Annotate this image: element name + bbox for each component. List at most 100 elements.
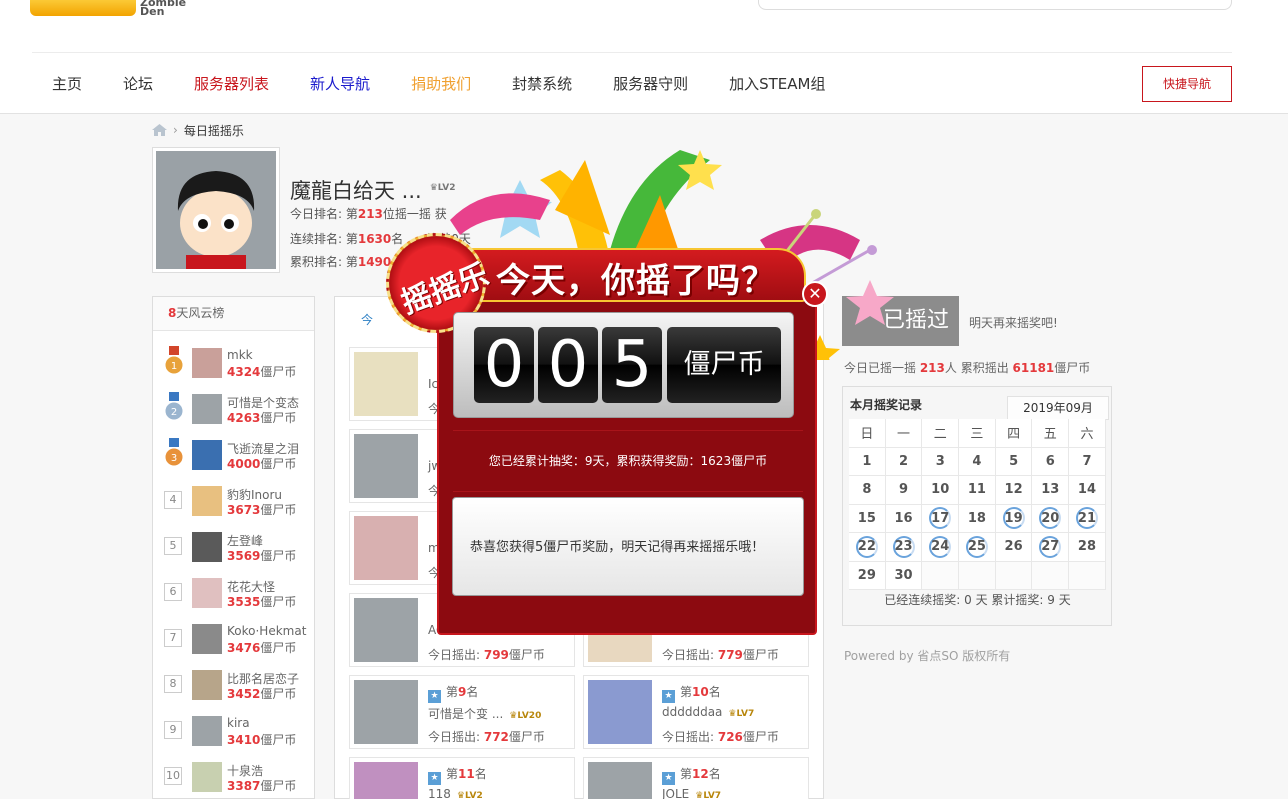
calendar-day-shaken: 27	[1032, 533, 1070, 562]
user-name[interactable]: 魔龍白给天 ...	[290, 175, 422, 205]
rank-item[interactable]: 8 比那名居恋子 3452僵尸币	[161, 664, 307, 710]
home-icon[interactable]	[152, 124, 167, 136]
rank-score: 3673僵尸币	[227, 501, 296, 518]
calendar-day: 2	[885, 447, 923, 476]
rank-number: 6	[164, 583, 182, 601]
list-tab[interactable]: 今	[361, 311, 373, 328]
nav-item-4[interactable]: 捐助我们	[411, 73, 471, 95]
medal-icon: 2	[165, 392, 183, 421]
rank-number: 10	[164, 767, 182, 785]
avatar-cartoon-icon	[156, 151, 276, 269]
nav-item-6[interactable]: 服务器守则	[613, 73, 688, 95]
card-avatar[interactable]	[354, 516, 418, 580]
nav-item-1[interactable]: 论坛	[123, 73, 153, 95]
calendar-week-row: 15 16 17 18 19 20 21	[849, 504, 1106, 533]
rank-avatar[interactable]	[192, 532, 222, 562]
already-shaken-button[interactable]: 已摇过	[842, 296, 959, 346]
card-avatar[interactable]	[354, 680, 418, 744]
card-name-text[interactable]: 118	[428, 787, 451, 799]
calendar-weekday-row: 日一二三四五六	[849, 419, 1106, 448]
rank-name[interactable]: mkk	[227, 348, 253, 362]
card-rank: ★ 第12名	[662, 765, 721, 785]
shaken-ring-icon: 19	[1002, 507, 1025, 530]
card-avatar[interactable]	[354, 762, 418, 799]
rank-avatar[interactable]	[192, 716, 222, 746]
rank-item[interactable]: 7 Koko·Hekmat 3476僵尸币	[161, 618, 307, 664]
rank-avatar[interactable]	[192, 486, 222, 516]
quick-nav-button[interactable]: 快捷导航	[1142, 66, 1232, 102]
card-name-text[interactable]: JOLE	[662, 787, 689, 799]
site-logo[interactable]: Zombie Den	[30, 0, 195, 17]
logo-text: Zombie Den	[140, 0, 187, 18]
card-avatar[interactable]	[354, 598, 418, 662]
calendar-day-number: 22	[857, 539, 876, 555]
card-score-unit: 僵尸币	[742, 730, 779, 744]
card-name-text[interactable]: ddddddaa	[662, 705, 722, 719]
rank-name[interactable]: kira	[227, 716, 250, 730]
star-icon: ★	[428, 690, 441, 703]
card-score-value: 726	[717, 730, 743, 744]
rank-item[interactable]: 3 飞逝流星之泪 4000僵尸币	[161, 434, 307, 480]
rank-avatar[interactable]	[192, 348, 222, 378]
shake-card[interactable]: ★ 第9名 可惜是个变 ... ♛LV20 今日摇出: 772僵尸币	[349, 675, 575, 749]
rank-avatar[interactable]	[192, 440, 222, 470]
rank-avatar[interactable]	[192, 670, 222, 700]
calendar-day-number: 20	[1041, 510, 1060, 526]
card-score-value: 799	[483, 648, 509, 662]
calendar-title: 本月摇奖记录	[850, 398, 923, 412]
nav-item-7[interactable]: 加入STEAM组	[729, 73, 825, 95]
shake-card[interactable]: ★ 第10名 ddddddaa ♛LV7 今日摇出: 726僵尸币	[583, 675, 809, 749]
calendar-empty-cell	[922, 561, 960, 590]
card-level: LV7	[703, 791, 722, 799]
cont-rank-suffix: 名	[391, 232, 404, 246]
rank-item[interactable]: 10 十泉浩 3387僵尸币	[161, 756, 307, 799]
rank-avatar[interactable]	[192, 578, 222, 608]
rank-item[interactable]: 6 花花大怪 3535僵尸币	[161, 572, 307, 618]
shaken-ring-icon: 25	[965, 535, 988, 558]
card-avatar[interactable]	[354, 434, 418, 498]
calendar-grid: 日一二三四五六 1 2 3 4 5 6 7 8 9 10 11 12 13 14 15 16 17 18 19 20 21…	[849, 419, 1106, 590]
rank-item[interactable]: 1 mkk 4324僵尸币	[161, 342, 307, 388]
reward-message: 恭喜您获得5僵尸币奖励，明天记得再来摇摇乐哦！	[452, 497, 804, 596]
ranking-panel: 8天风云榜 1 mkk 4324僵尸币 2 可惜是个变态 4263僵尸币 3 飞逝流星之泪 40…	[152, 296, 315, 799]
calendar-month[interactable]: 2019年09月	[1007, 396, 1109, 420]
calendar-day-number: 19	[1004, 510, 1023, 526]
rank-item[interactable]: 2 可惜是个变态 4263僵尸币	[161, 388, 307, 434]
close-icon[interactable]: ✕	[802, 281, 828, 307]
card-score: 今日摇出: 726僵尸币	[662, 728, 779, 745]
rank-avatar[interactable]	[192, 394, 222, 424]
rank-avatar[interactable]	[192, 624, 222, 654]
rank-name[interactable]: Koko·Hekmat	[227, 624, 306, 638]
calendar-day-shaken: 20	[1032, 504, 1070, 533]
rank-item[interactable]: 4 豹豹Inoru 3673僵尸币	[161, 480, 307, 526]
card-score-unit: 僵尸币	[742, 648, 779, 662]
rank-score: 4000僵尸币	[227, 455, 296, 472]
nav-item-0[interactable]: 主页	[52, 73, 82, 95]
rank-score: 3387僵尸币	[227, 777, 296, 794]
card-avatar[interactable]	[354, 352, 418, 416]
rank-item[interactable]: 9 kira 3410僵尸币	[161, 710, 307, 756]
rank-score-unit: 僵尸币	[260, 411, 297, 425]
nav-item-5[interactable]: 封禁系统	[512, 73, 572, 95]
breadcrumb-current: 每日摇摇乐	[183, 123, 244, 138]
rank-item[interactable]: 5 左登峰 3569僵尸币	[161, 526, 307, 572]
card-rank-suffix: 名	[708, 767, 721, 781]
card-name-text[interactable]: 可惜是个变 ...	[428, 707, 503, 721]
rank-score-value: 3387	[227, 779, 261, 793]
calendar-day-number: 25	[967, 539, 986, 555]
card-score: 今日摇出: 799僵尸币	[428, 646, 545, 663]
nav-item-2[interactable]: 服务器列表	[194, 73, 269, 95]
calendar-day: 29	[849, 561, 886, 590]
calendar-day: 9	[885, 476, 923, 505]
shake-card[interactable]: ★ 第12名 JOLE ♛LV7	[583, 757, 809, 799]
user-avatar[interactable]	[152, 147, 280, 273]
card-avatar[interactable]	[588, 680, 652, 744]
nav-item-3[interactable]: 新人导航	[310, 73, 370, 95]
breadcrumb: › 每日摇摇乐	[152, 122, 244, 138]
calendar-day: 10	[922, 476, 960, 505]
shake-card[interactable]: ★ 第11名 118 ♛LV2	[349, 757, 575, 799]
rank-avatar[interactable]	[192, 762, 222, 792]
card-rank-value: 10	[692, 685, 709, 699]
search-box[interactable]	[758, 0, 1232, 10]
card-avatar[interactable]	[588, 762, 652, 799]
